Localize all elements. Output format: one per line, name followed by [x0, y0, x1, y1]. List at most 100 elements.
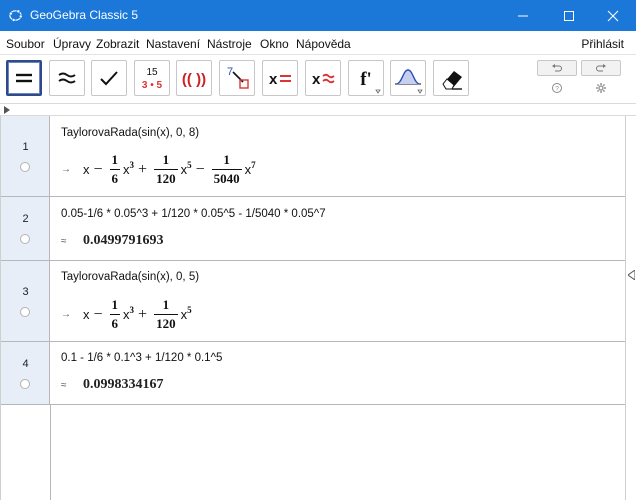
solve-tool[interactable]: x	[262, 60, 298, 96]
substitute-tool[interactable]: 7	[219, 60, 255, 96]
expand-tool[interactable]: (( ))	[176, 60, 212, 96]
keep-input-icon	[100, 71, 118, 86]
help-icon[interactable]: ?	[551, 82, 563, 94]
output-value: 0.0998334167	[83, 377, 164, 392]
term-op: +	[138, 305, 148, 323]
row-visibility-toggle[interactable]	[20, 234, 30, 244]
cas-row-3[interactable]: 3 TaylorovaRada(sin(x), 0, 5) → x − 16 x…	[1, 261, 626, 342]
side-panel-handle[interactable]	[625, 116, 636, 500]
factor-top-text: 15	[146, 67, 158, 78]
term-fraction: 16	[109, 152, 121, 186]
collapse-left-icon	[628, 270, 635, 280]
derivative-tool[interactable]: f'	[348, 60, 384, 96]
row-number-cell[interactable]: 3	[1, 261, 50, 341]
delete-icon	[442, 71, 462, 90]
redo-button[interactable]	[581, 60, 621, 76]
row-number: 2	[22, 213, 29, 225]
probability-icon	[395, 69, 423, 94]
term-fraction: 1 120	[154, 152, 178, 186]
solve-icon: x	[269, 71, 291, 88]
row-visibility-toggle[interactable]	[20, 162, 30, 172]
undo-icon	[552, 64, 562, 72]
gutter-divider	[50, 405, 51, 500]
output-expression: x − 16 x3 + 1 120 x5	[83, 297, 192, 332]
title-bar: GeoGebra Classic 5	[0, 0, 636, 31]
maximize-button[interactable]	[546, 0, 592, 31]
menu-nastaveni[interactable]: Nastavení	[146, 37, 200, 51]
term-exponent: 5	[187, 159, 192, 170]
numeric-tool[interactable]	[49, 60, 85, 96]
term-var: x	[83, 307, 90, 322]
row-number: 3	[22, 286, 29, 298]
redo-icon	[596, 64, 606, 72]
row-number-cell[interactable]: 2	[1, 197, 50, 260]
toolbar: 15 3 • 5 (( )) 7 x x f' ?	[0, 55, 636, 102]
maximize-icon	[564, 10, 574, 21]
solve-numerically-icon: x	[312, 71, 335, 88]
term-exponent: 7	[251, 159, 256, 170]
row-input[interactable]: TaylorovaRada(sin(x), 0, 8)	[61, 127, 199, 139]
menu-napoveda[interactable]: Nápověda	[296, 37, 351, 51]
window-title: GeoGebra Classic 5	[30, 8, 139, 22]
cas-row-2[interactable]: 2 0.05-1/6 * 0.05^3 + 1/120 * 0.05^5 - 1…	[1, 197, 626, 261]
term-exponent: 3	[129, 304, 135, 315]
row-visibility-toggle[interactable]	[20, 307, 30, 317]
row-input[interactable]: 0.05-1/6 * 0.05^3 + 1/120 * 0.05^5 - 1/5…	[61, 208, 326, 220]
term-exponent: 3	[129, 159, 135, 170]
output-marker: ≈	[61, 379, 67, 391]
close-icon	[607, 10, 619, 21]
output-expression: x − 16 x3 + 1 120 x5 − 1 5040 x7	[83, 152, 256, 187]
minimize-button[interactable]	[500, 0, 546, 31]
output-marker: →	[61, 309, 71, 320]
menu-zobrazit[interactable]: Zobrazit	[96, 37, 139, 51]
output-marker: ≈	[61, 235, 67, 247]
numeric-icon	[58, 72, 76, 84]
row-output[interactable]: ≈ 0.0499791693	[61, 233, 164, 249]
factor-tool[interactable]: 15 3 • 5	[134, 60, 170, 96]
row-number-cell[interactable]: 4	[1, 342, 50, 404]
solve-numerically-tool[interactable]: x	[305, 60, 341, 96]
svg-text:x: x	[269, 71, 278, 88]
term-op: −	[195, 160, 205, 178]
factor-bottom-text: 3 • 5	[142, 80, 163, 91]
derivative-glyph: f'	[360, 69, 372, 90]
probability-tool[interactable]	[390, 60, 426, 96]
substitute-glyph: 7	[227, 66, 233, 78]
minimize-icon	[518, 15, 528, 16]
close-button[interactable]	[590, 0, 636, 31]
derivative-icon: f'	[360, 69, 381, 94]
row-input[interactable]: TaylorovaRada(sin(x), 0, 5)	[61, 271, 199, 283]
row-number: 1	[22, 141, 29, 153]
menu-soubor[interactable]: Soubor	[6, 37, 45, 51]
cas-view: 1 TaylorovaRada(sin(x), 0, 8) → x − 16 x…	[0, 116, 626, 500]
expand-icon: (( ))	[182, 71, 206, 88]
term-exponent: 5	[187, 304, 192, 315]
evaluate-tool[interactable]	[6, 60, 42, 96]
settings-icon[interactable]	[595, 82, 607, 94]
cas-row-1[interactable]: 1 TaylorovaRada(sin(x), 0, 8) → x − 16 x…	[1, 116, 626, 197]
login-link[interactable]: Přihlásit	[581, 37, 624, 51]
row-number: 4	[22, 358, 29, 370]
evaluate-icon	[16, 73, 32, 83]
output-marker: →	[61, 164, 71, 175]
menu-okno[interactable]: Okno	[260, 37, 289, 51]
substitute-icon: 7	[227, 66, 249, 89]
delete-tool[interactable]	[433, 60, 469, 96]
row-output[interactable]: ≈ 0.0998334167	[61, 377, 164, 393]
row-number-cell[interactable]: 1	[1, 116, 50, 196]
expand-triangle-icon[interactable]	[4, 106, 10, 114]
menu-upravy[interactable]: Úpravy	[53, 37, 91, 51]
row-input[interactable]: 0.1 - 1/6 * 0.1^3 + 1/120 * 0.1^5	[61, 352, 222, 364]
svg-text:x: x	[312, 71, 321, 88]
svg-text:?: ?	[555, 86, 559, 93]
term-op: +	[138, 160, 148, 178]
factor-icon: 15 3 • 5	[142, 67, 163, 91]
row-output[interactable]: → x − 16 x3 + 1 120 x5	[61, 297, 192, 332]
term-op: −	[93, 160, 103, 178]
row-visibility-toggle[interactable]	[20, 379, 30, 389]
cas-row-4[interactable]: 4 0.1 - 1/6 * 0.1^3 + 1/120 * 0.1^5 ≈ 0.…	[1, 342, 626, 405]
keep-input-tool[interactable]	[91, 60, 127, 96]
undo-button[interactable]	[537, 60, 577, 76]
row-output[interactable]: → x − 16 x3 + 1 120 x5 − 1 5040 x7	[61, 152, 256, 187]
menu-nastroje[interactable]: Nástroje	[207, 37, 252, 51]
